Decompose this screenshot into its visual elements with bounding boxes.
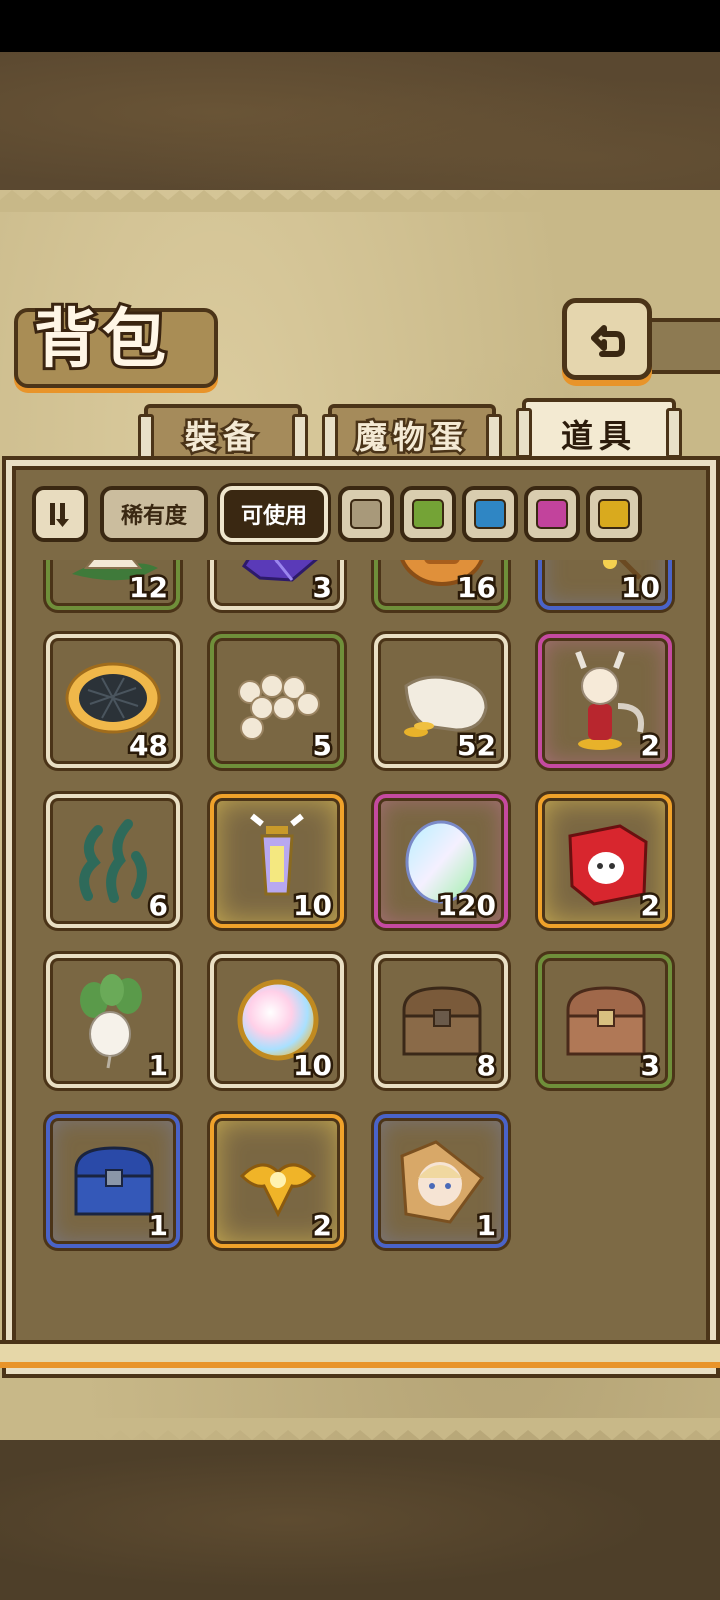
inventory-frame-bottom [0,1340,720,1368]
item-slot[interactable]: 10 [210,954,344,1088]
sort-toggle-button[interactable] [32,486,88,542]
item-count: 5 [310,727,335,765]
item-count: 12 [127,569,171,607]
item-slot[interactable]: 1 [374,1114,508,1248]
item-slot[interactable]: 3 [538,954,672,1088]
rarity-swatch [598,499,630,529]
item-slot[interactable]: 10 [210,794,344,928]
item-count: 1 [146,1207,171,1245]
item-count: 8 [474,1047,499,1085]
item-slot[interactable]: 120 [374,794,508,928]
item-slot[interactable]: 52 [374,634,508,768]
item-grid[interactable]: 12 3 16 10 48 5 52 2 6 10 120 2 1 10 8 3… [40,560,680,1340]
sort-toggle-icon [50,503,69,527]
item-slot[interactable]: 6 [46,794,180,928]
item-count: 10 [619,569,663,607]
item-count: 3 [638,1047,663,1085]
filter-usable-button[interactable]: 可使用 [220,486,328,542]
item-count: 1 [474,1207,499,1245]
filter-rarity-rare[interactable] [462,486,518,542]
item-slot[interactable]: 3 [210,560,344,610]
item-count: 2 [310,1207,335,1245]
item-count: 120 [435,887,498,925]
item-count: 1 [146,1047,171,1085]
rarity-swatch [474,499,506,529]
item-slot[interactable]: 1 [46,1114,180,1248]
item-slot[interactable]: 2 [538,794,672,928]
tab-equipment[interactable]: 裝备 [138,404,308,464]
item-slot[interactable]: 1 [46,954,180,1088]
zigzag-edge-top [0,190,720,212]
filter-rarity-epic[interactable] [524,486,580,542]
rarity-swatch [412,499,444,529]
back-button[interactable] [562,298,652,380]
item-slot[interactable]: 10 [538,560,672,610]
item-slot[interactable]: 2 [210,1114,344,1248]
filter-rarity-button[interactable]: 稀有度 [100,486,208,542]
rarity-swatch [536,499,568,529]
item-slot[interactable]: 5 [210,634,344,768]
map-background-top [0,52,720,202]
item-count: 48 [127,727,171,765]
page-title: 背包 [31,300,170,380]
item-slot[interactable]: 48 [46,634,180,768]
item-count: 2 [638,887,663,925]
item-slot[interactable]: 8 [374,954,508,1088]
item-slot[interactable]: 12 [46,560,180,610]
filter-rarity-uncommon[interactable] [400,486,456,542]
item-count: 2 [638,727,663,765]
zigzag-edge-bottom [0,1418,720,1440]
item-count: 10 [291,1047,335,1085]
map-background-bottom [0,1440,720,1600]
filter-rarity-common[interactable] [338,486,394,542]
filter-rarity-legendary[interactable] [586,486,642,542]
item-count: 52 [455,727,499,765]
item-slot[interactable]: 2 [538,634,672,768]
item-count: 10 [291,887,335,925]
tab-monster-eggs[interactable]: 魔物蛋 [322,404,502,464]
back-button-strip [640,318,720,374]
rarity-swatch [350,499,382,529]
item-count: 6 [146,887,171,925]
back-arrow-icon [591,325,625,357]
item-count: 3 [310,569,335,607]
status-bar [0,0,720,52]
item-slot[interactable]: 16 [374,560,508,610]
item-count: 16 [455,569,499,607]
tab-items[interactable]: 道具 [516,398,682,466]
